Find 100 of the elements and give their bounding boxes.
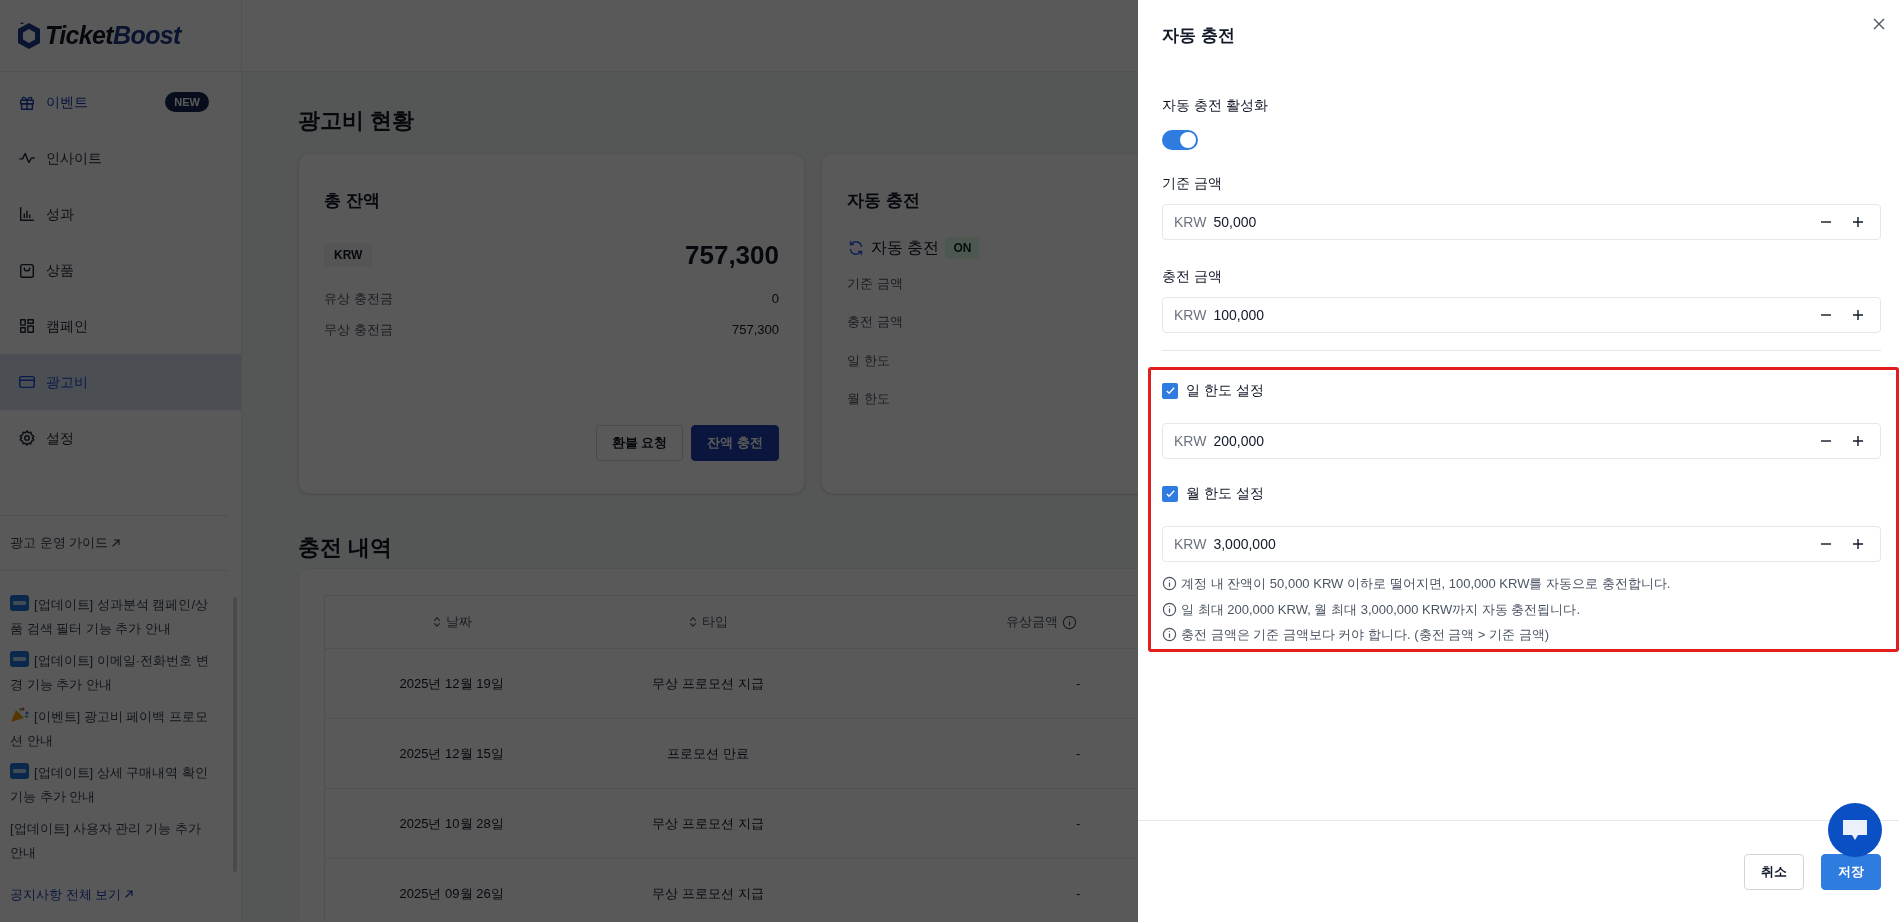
amount-field[interactable]: KRW 200,000 [1162,423,1881,459]
row-label: 유상 충전금 [324,289,393,308]
currency-label: KRW [1174,431,1207,451]
currency-label: KRW [1174,534,1207,554]
status-badge: ON [945,236,980,259]
refresh-icon [847,238,865,257]
total-amount: 757,300 [685,238,779,272]
toggle-switch[interactable] [1162,130,1198,150]
table-cell: 무상 프로모션 지급 [652,885,764,901]
party-popper-icon [10,705,29,723]
guide-link[interactable]: 광고 운영 가이드 [10,532,123,553]
amount-field[interactable]: KRW 50,000 [1162,204,1881,240]
page-title: 광고비 현황 [298,107,415,135]
grid-icon [18,317,36,335]
table-cell: - [1075,675,1081,691]
new-icon [10,650,29,667]
checkbox-label[interactable]: 월 한도 설정 [1186,483,1264,504]
nav-item[interactable]: 인사이트 [0,130,241,186]
row-label: 일 한도 [847,351,890,370]
logo-text: Ticket [45,19,114,51]
nav-item[interactable]: 설정 [0,410,241,466]
shopping-bag-icon [18,261,36,279]
sort-icon [431,615,442,629]
settings-icon [18,429,36,447]
refund-button[interactable]: 환불 요청 [595,425,684,461]
row-label: 충전 금액 [847,313,903,331]
new-badge: NEW [165,91,209,113]
amount-field[interactable]: KRW 100,000 [1162,297,1881,333]
info-icon [1162,601,1177,617]
check-icon [1164,488,1176,499]
nav-item[interactable]: 상품 [0,242,241,298]
amount-value: 50,000 [1213,212,1258,232]
amount-value: 3,000,000 [1213,534,1277,554]
field-label: 충전 금액 [1162,267,1223,286]
logo-text: Boost [113,19,181,51]
field-label: 기준 금액 [1162,174,1223,193]
row-label: 기준 금액 [847,274,903,293]
info-note: 계정 내 잔액이 50,000 KRW 이하로 떨어지면, 100,000 KRW를 자동으로 충전합니다. [1181,575,1671,593]
external-link-icon [110,536,123,549]
nav-item[interactable]: 캠페인 [0,298,241,354]
table-cell: - [1075,885,1081,901]
new-icon [10,594,29,611]
table-cell: - [1075,745,1081,761]
notice-item[interactable]: [이벤트] 광고비 페이백 프로모션 안내 [10,704,215,753]
row-value: 757,300 [732,321,779,339]
info-icon [1162,627,1177,643]
amount-value: 100,000 [1213,305,1266,325]
plus-icon [1852,538,1864,550]
row-label: 무상 충전금 [324,321,393,339]
save-button[interactable]: 저장 [1821,853,1881,890]
close-icon [1873,18,1885,30]
plus-icon [1852,435,1864,447]
checkbox[interactable] [1162,485,1178,502]
info-icon [1061,614,1077,630]
table-cell: 무상 프로모션 지급 [652,675,764,691]
table-cell: 프로모션 만료 [667,745,749,761]
table-cell: 2025년 10월 28일 [399,815,504,831]
column-header[interactable]: 날짜 [429,612,474,632]
plus-icon [1852,309,1864,321]
logo-icon [16,21,42,50]
notice-item[interactable]: [업데이트] 이메일·전화번호 변경 기능 추가 안내 [10,648,215,697]
amount-value: 200,000 [1213,431,1266,451]
new-icon [10,762,29,779]
checkbox-label[interactable]: 일 한도 설정 [1186,380,1264,401]
card-title: 총 잔액 [324,190,381,212]
status-label: 자동 충전 [871,237,940,258]
row-label: 월 한도 [847,390,890,408]
drawer-title: 자동 충전 [1162,25,1235,48]
amount-field[interactable]: KRW 3,000,000 [1162,526,1881,562]
column-header[interactable]: 타입 [686,612,731,632]
card-title: 자동 충전 [847,190,921,212]
credit-card-icon [18,373,36,391]
plus-icon [1852,216,1864,228]
info-note: 일 최대 200,000 KRW, 월 최대 3,000,000 KRW까지 자동 충전됩니다. [1181,600,1581,619]
charge-button[interactable]: 잔액 충전 [691,425,779,461]
field-label: 자동 충전 활성화 [1162,96,1269,115]
table-cell: 2025년 12월 15일 [399,745,504,761]
section-title: 충전 내역 [298,534,393,562]
cancel-button[interactable]: 취소 [1744,853,1804,890]
table-cell: - [1075,815,1081,831]
nav-item[interactable]: 성과 [0,186,241,242]
table-cell: 2025년 12월 19일 [399,675,504,691]
nav-item[interactable]: 이벤트 NEW [0,74,241,130]
currency-badge: KRW [324,243,373,267]
all-notices-link[interactable]: 공지사항 전체 보기 [10,884,227,904]
nav-item[interactable]: 광고비 [0,354,241,410]
table-cell: 2025년 09월 26일 [399,885,504,901]
bar-chart-icon [18,205,36,223]
notice-item[interactable]: [업데이트] 사용자 관리 기능 추가 안내 [10,816,215,865]
info-note: 충전 금액은 기준 금액보다 커야 합니다. (충전 금액 > 기준 금액) [1181,626,1549,644]
table-cell: 무상 프로모션 지급 [652,815,764,831]
check-icon [1164,385,1176,396]
currency-label: KRW [1174,305,1207,325]
notice-item[interactable]: [업데이트] 상세 구매내역 확인 기능 추가 안내 [10,760,215,809]
chat-button[interactable] [1828,803,1882,857]
sort-icon [688,615,699,629]
currency-label: KRW [1174,212,1207,232]
column-header[interactable]: 유상금액 [1003,612,1079,632]
checkbox[interactable] [1162,382,1178,399]
notice-item[interactable]: [업데이트] 성과분석 캠페인/상품 검색 필터 기능 추가 안내 [10,592,215,641]
